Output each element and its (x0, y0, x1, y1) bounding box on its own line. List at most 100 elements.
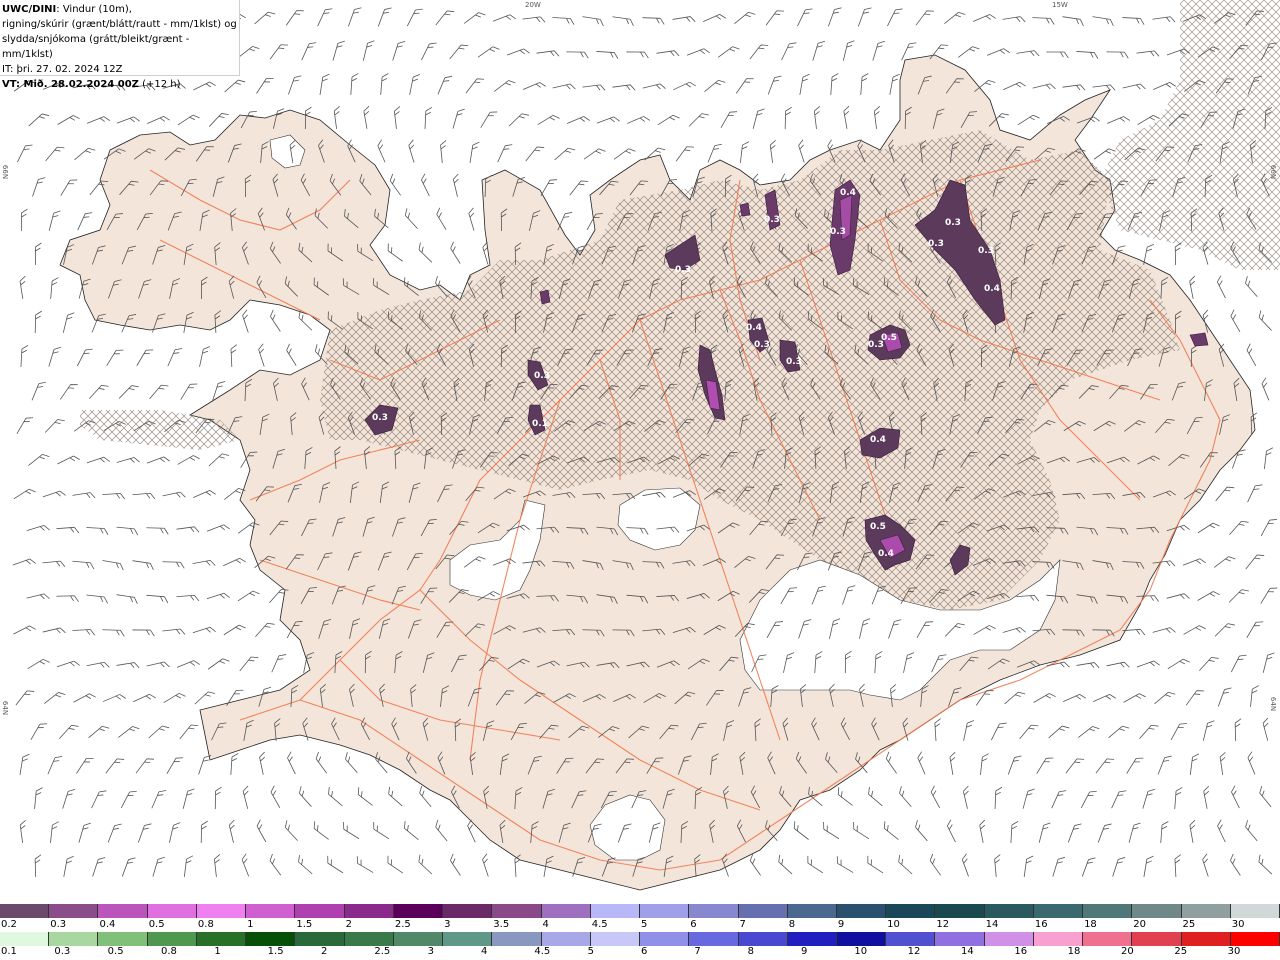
wind-barb (1136, 660, 1160, 668)
legend-label: 0.3 (54, 946, 71, 957)
wind-barb (45, 146, 65, 162)
wind-barb (883, 821, 899, 840)
legend-label: 25 (1174, 946, 1188, 957)
wind-barb (583, 148, 606, 160)
wind-barb (1062, 84, 1086, 91)
wind-barb (166, 757, 184, 774)
wind-barb (34, 854, 42, 878)
wind-barb (77, 212, 93, 231)
wind-barb (72, 629, 96, 636)
wind-barb (180, 383, 198, 400)
wind-barb (1152, 627, 1176, 634)
wind-barb (1122, 83, 1146, 90)
wind-barb (348, 7, 362, 27)
wind-barb (1095, 758, 1115, 774)
wind-barb (214, 786, 222, 810)
wind-barb (1023, 855, 1034, 877)
wind-barb (994, 854, 1001, 877)
wind-barb (214, 854, 221, 877)
wind-barb (613, 148, 636, 160)
wind-barb (1202, 720, 1215, 741)
wind-barb (169, 822, 181, 843)
legend-swatch (886, 932, 936, 946)
wind-barb (915, 10, 935, 26)
wind-barb (1033, 693, 1056, 703)
wind-barb (1153, 82, 1176, 90)
wind-barb (1182, 558, 1206, 566)
legend-swatch (1181, 932, 1231, 946)
wind-barb (1152, 16, 1176, 23)
legend-label: 7 (694, 946, 701, 957)
wind-barb (626, 116, 650, 124)
wind-barb (1245, 554, 1265, 570)
wind-barb (152, 856, 165, 877)
wind-barb (1092, 16, 1114, 27)
wind-barb (286, 343, 297, 366)
model-name: UWC/DINI (2, 4, 57, 15)
wind-barb (377, 7, 392, 27)
legend-swatch (738, 904, 788, 918)
wind-barb (86, 527, 109, 535)
wind-barb (596, 116, 620, 124)
legend-label: 12 (936, 919, 950, 930)
wind-barb (767, 75, 782, 95)
wind-barb (230, 753, 239, 776)
wind-barb (1123, 693, 1146, 703)
wind-barb (256, 78, 274, 94)
legend-swatch (1230, 904, 1280, 918)
wind-barb (319, 73, 330, 95)
wind-barb (1245, 276, 1258, 298)
wind-barb (118, 385, 139, 399)
wind-barb (947, 819, 956, 843)
wind-barb (994, 786, 1003, 810)
wind-barb (450, 241, 461, 264)
wind-barb (1106, 116, 1130, 124)
wind-barb (765, 10, 784, 26)
legend-swatch (984, 932, 1034, 946)
wind-barb (986, 48, 1010, 56)
wind-barb (830, 73, 839, 96)
wind-barb (57, 115, 80, 125)
legend-label: 30 (1231, 919, 1245, 930)
wind-barb (223, 557, 246, 567)
legend-label: 14 (961, 946, 974, 957)
wind-barb (242, 785, 249, 809)
wind-barb (206, 524, 230, 532)
wind-barb (672, 16, 696, 23)
wind-barb (1189, 275, 1196, 299)
wind-barb (86, 116, 110, 124)
wind-barb (867, 855, 884, 874)
wind-barb (1106, 661, 1130, 668)
wind-barb (387, 855, 404, 874)
lat-label-64n-right: 64N (1269, 696, 1278, 712)
wind-barb (915, 820, 928, 842)
wind-barb (1183, 625, 1206, 635)
wind-barb (1081, 857, 1096, 877)
lon-label-20w: 20W (525, 1, 541, 9)
rain-color-bar (0, 932, 1280, 946)
legend-label: 5 (641, 919, 648, 930)
wind-barb (1262, 652, 1275, 673)
legend-swatch (1230, 932, 1280, 946)
wind-barb (176, 660, 200, 668)
wind-barb (1247, 751, 1256, 775)
legend-swatch (738, 932, 788, 946)
wind-barb (1092, 84, 1116, 91)
wind-barb (118, 726, 140, 738)
wind-barb (102, 560, 124, 571)
legend-swatch (1033, 932, 1084, 946)
wind-barb (797, 8, 813, 27)
wind-barb (582, 84, 606, 91)
wind-barb (362, 40, 375, 61)
wind-barb (807, 855, 824, 874)
wind-barb (1262, 717, 1269, 741)
weather-map: 0.4 0.3 0.3 0.3 0.3 0.4 0.3 0.3 0.3 0.5 … (12, 0, 1280, 891)
wind-barb (552, 17, 575, 25)
wind-barb (237, 590, 260, 602)
wind-barb (440, 140, 447, 163)
wind-barb (132, 629, 155, 637)
wind-barb (380, 73, 389, 96)
wind-barb (176, 594, 200, 602)
legend-label: 0.5 (107, 946, 124, 957)
legend-label: 16 (1014, 946, 1028, 957)
